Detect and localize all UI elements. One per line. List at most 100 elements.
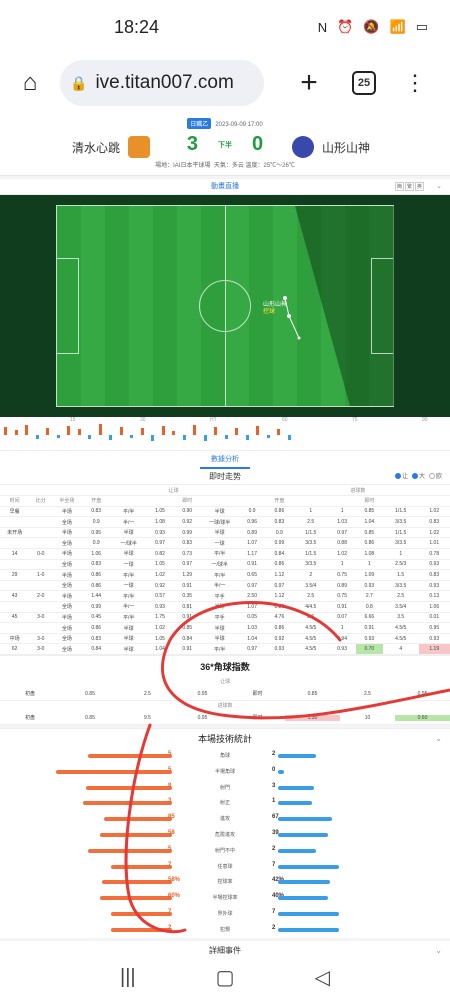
- table-cell: 一球/球半: [200, 516, 239, 528]
- option-handicap[interactable]: 让: [394, 469, 408, 485]
- stat-label: 半場控球率: [212, 895, 238, 902]
- timeline-bar: [25, 425, 28, 435]
- table-cell: 0.99: [173, 527, 201, 539]
- away-team[interactable]: 山形山神: [292, 136, 370, 158]
- table-row: 全场 0.83 一球 1.05 0.97 一/球半 0.91 0.86 3/3.5 1 1 2.5/3…: [0, 559, 450, 571]
- home-nav-icon[interactable]: ▢: [216, 965, 235, 990]
- recents-icon[interactable]: |||: [120, 966, 136, 989]
- column-header: 时间: [0, 495, 30, 507]
- table-cell: 0.75: [328, 569, 356, 581]
- column-header: [418, 495, 450, 507]
- live-animation-tab[interactable]: 動畫直播 簡 繁 英 ⌄: [0, 179, 450, 195]
- column-header: [292, 495, 329, 507]
- column-header: 开盘: [81, 495, 111, 507]
- table-cell: [0, 580, 30, 592]
- home-stat-bar: [104, 817, 172, 822]
- table-cell: [29, 537, 53, 550]
- home-stat-value: 5: [168, 845, 172, 852]
- match-timeline: 15 30 HT 60 75 90: [0, 417, 450, 451]
- table-cell: 半球: [110, 633, 147, 645]
- stat-label: 任意球: [217, 863, 233, 870]
- tab-switcher-button[interactable]: 25: [352, 71, 376, 95]
- new-tab-button[interactable]: +: [294, 66, 324, 100]
- lock-icon: 🔒: [70, 74, 88, 91]
- table-cell: 1/1.5: [382, 506, 419, 518]
- table-cell: 0.86: [81, 569, 111, 581]
- stat-label: 半場角球: [214, 768, 235, 775]
- table-row: 未开场 半场 0.95 半球 0.93 0.99 半球 0.89 0.9 1/1.5 0.97 0.8…: [0, 527, 450, 539]
- table-cell: 4/4.5: [292, 601, 329, 613]
- away-score: 0: [252, 133, 264, 155]
- stat-row: 85 進攻 67: [0, 811, 450, 827]
- timeline-bar: [193, 425, 196, 435]
- table-cell: 0.97: [238, 580, 266, 592]
- home-team[interactable]: 清水心跳: [72, 136, 150, 158]
- url-field[interactable]: 🔒 ive.titan007.com: [60, 60, 264, 106]
- corner-value: 0.85: [85, 714, 95, 721]
- column-header: [200, 495, 239, 507]
- table-cell: 2.50: [238, 590, 266, 603]
- away-stat-bar: [278, 785, 314, 790]
- table-cell: 0.86: [81, 622, 111, 634]
- table-cell: 4.5/5: [382, 622, 419, 634]
- tech-stats-header[interactable]: 本場技術統計 ⌄: [0, 728, 450, 748]
- table-cell: 1: [355, 559, 383, 571]
- table-cell: 45: [0, 612, 30, 624]
- browser-toolbar: ⌂ 🔒 ive.titan007.com + 25 ⋮: [0, 54, 450, 112]
- url-text: ive.titan007.com: [95, 72, 234, 93]
- table-cell: 3/3.5: [382, 580, 419, 592]
- table-cell: 0.45: [81, 612, 111, 624]
- table-cell: 半球: [200, 601, 239, 613]
- table-cell: 0.91: [173, 643, 201, 655]
- table-cell: 1-0: [29, 569, 53, 581]
- table-cell: 0.73: [173, 548, 201, 560]
- home-stat-bar: [100, 832, 172, 837]
- table-cell: 1.44: [81, 590, 111, 603]
- data-analysis-tab[interactable]: 數據分析: [200, 451, 250, 469]
- table-cell: 1/1.5: [292, 527, 329, 539]
- corner-row-label: 初盘: [24, 691, 35, 697]
- timeline-bar: [266, 435, 270, 438]
- home-icon[interactable]: ⌂: [12, 65, 48, 101]
- column-header: [382, 495, 419, 507]
- lang-simplified-button[interactable]: 簡: [395, 182, 404, 191]
- away-stat-value: 2: [272, 924, 276, 931]
- chevron-down-icon[interactable]: ⌄: [436, 179, 442, 195]
- table-cell: 0.93: [355, 580, 383, 592]
- home-stat-bar: [111, 911, 172, 916]
- corner-ou-row: 初盘 0.85 9.5 0.95 即时 1.30 10 0.60: [0, 711, 450, 725]
- more-menu-icon[interactable]: ⋮: [404, 70, 426, 96]
- table-cell: 半场: [52, 527, 82, 539]
- away-stat-bar: [278, 896, 328, 901]
- live-animation-title: 動畫直播: [211, 183, 239, 190]
- option-euro[interactable]: 欧: [428, 469, 442, 485]
- back-icon[interactable]: ◁: [315, 965, 330, 990]
- table-cell: 0.93: [265, 643, 293, 655]
- timeline-bar: [46, 428, 49, 435]
- match-center-info: 日職乙 2023-09-09 17:00 3 下半 0 場地：IAI日本平球場 天…: [150, 118, 300, 169]
- detailed-events-header[interactable]: 詳細事件 ⌄: [0, 940, 450, 954]
- stat-row: 8 射門 3: [0, 779, 450, 796]
- away-stat-value: 0: [272, 766, 276, 773]
- away-stat-value: 2: [272, 845, 276, 852]
- home-stat-value: 5: [168, 766, 172, 773]
- lang-traditional-button[interactable]: 繁: [405, 182, 414, 191]
- detailed-events-title: 詳細事件: [209, 945, 241, 954]
- table-cell: 2.5: [292, 590, 329, 603]
- timeline-bar: [224, 435, 228, 439]
- table-cell: 0.88: [328, 537, 356, 550]
- clock: 18:24: [114, 16, 160, 37]
- stat-row: 58%控球率42%: [0, 874, 450, 891]
- corner-value: 0.95: [417, 690, 428, 697]
- table-cell: 0.92: [146, 580, 174, 592]
- table-cell: 全场: [52, 537, 82, 550]
- timeline-bar: [88, 435, 91, 439]
- table-cell: 4.5/5: [292, 622, 329, 634]
- column-header: 比分: [29, 495, 53, 507]
- table-cell: 1.5: [382, 569, 419, 581]
- table-cell: 0.83: [81, 506, 111, 518]
- away-stat-value: 2: [272, 751, 276, 757]
- lang-english-button[interactable]: 英: [415, 182, 424, 191]
- option-overunder[interactable]: 大: [411, 469, 425, 485]
- timeline-bar: [161, 426, 165, 435]
